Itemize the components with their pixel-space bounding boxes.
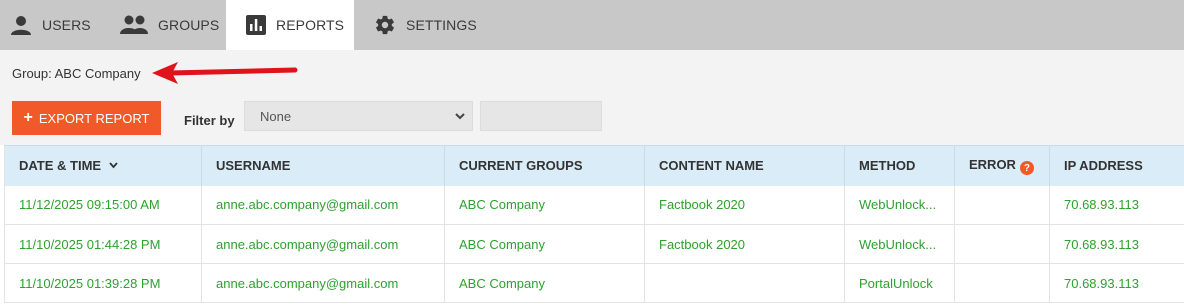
sort-down-icon <box>109 162 118 169</box>
export-report-button[interactable]: + EXPORT REPORT <box>12 101 161 135</box>
col-content-header[interactable]: CONTENT NAME <box>644 145 845 186</box>
cell-content[interactable]: Factbook 2020 <box>644 185 845 225</box>
tab-settings-label: SETTINGS <box>406 17 477 33</box>
user-icon <box>10 14 32 36</box>
cell-ip[interactable]: 70.68.93.113 <box>1049 263 1184 303</box>
cell-method[interactable]: WebUnlock... <box>844 185 955 225</box>
tab-groups-label: GROUPS <box>158 17 220 33</box>
cell-username[interactable]: anne.abc.company@gmail.com <box>201 224 445 264</box>
cell-groups[interactable]: ABC Company <box>444 185 645 225</box>
cell-ip[interactable]: 70.68.93.113 <box>1049 185 1184 225</box>
col-datetime-label: DATE & TIME <box>19 158 102 174</box>
cell-error <box>954 224 1050 264</box>
col-ip-header[interactable]: IP ADDRESS <box>1049 145 1184 186</box>
cell-content[interactable] <box>644 263 845 303</box>
tab-reports-label: REPORTS <box>276 17 345 33</box>
tab-bar: USERS GROUPS REPORTS SETTINGS <box>0 0 1184 50</box>
filter-select-value: None <box>260 108 292 124</box>
annotation-arrow-icon <box>148 60 300 91</box>
cell-datetime[interactable]: 11/10/2025 01:44:28 PM <box>4 224 202 264</box>
cell-groups[interactable]: ABC Company <box>444 263 645 303</box>
cell-datetime[interactable]: 11/10/2025 01:39:28 PM <box>4 263 202 303</box>
col-method-header[interactable]: METHOD <box>844 145 955 186</box>
filter-select[interactable]: None <box>244 101 473 131</box>
tab-groups[interactable]: GROUPS <box>110 0 226 50</box>
plus-icon: + <box>23 109 33 126</box>
group-label: Group: ABC Company <box>12 66 141 81</box>
export-report-label: EXPORT REPORT <box>38 110 150 126</box>
table-header-row: DATE & TIME USERNAME CURRENT GROUPS CONT… <box>4 145 1184 186</box>
col-username-header[interactable]: USERNAME <box>201 145 445 186</box>
report-toolbar: Group: ABC Company + EXPORT REPORT Filte… <box>0 50 1184 145</box>
tab-users-label: USERS <box>42 17 91 33</box>
cell-error <box>954 185 1050 225</box>
filter-by-label: Filter by <box>184 113 235 128</box>
col-groups-header[interactable]: CURRENT GROUPS <box>444 145 645 186</box>
gear-icon <box>374 14 396 36</box>
chevron-down-icon <box>454 110 466 125</box>
table-row[interactable]: 11/10/2025 01:44:28 PM anne.abc.company@… <box>4 224 1184 264</box>
col-datetime-header[interactable]: DATE & TIME <box>4 145 202 186</box>
cell-datetime[interactable]: 11/12/2025 09:15:00 AM <box>4 185 202 225</box>
groups-icon <box>120 15 148 35</box>
filter-value-input[interactable] <box>480 101 602 131</box>
table-row[interactable]: 11/12/2025 09:15:00 AM anne.abc.company@… <box>4 185 1184 225</box>
cell-username[interactable]: anne.abc.company@gmail.com <box>201 185 445 225</box>
cell-method[interactable]: PortalUnlock <box>844 263 955 303</box>
cell-groups[interactable]: ABC Company <box>444 224 645 264</box>
col-error-label: ERROR <box>969 156 1016 172</box>
bar-chart-icon <box>246 15 266 35</box>
table-row[interactable]: 11/10/2025 01:39:28 PM anne.abc.company@… <box>4 263 1184 303</box>
report-table: DATE & TIME USERNAME CURRENT GROUPS CONT… <box>4 145 1184 303</box>
tab-users[interactable]: USERS <box>0 0 100 50</box>
help-icon[interactable]: ? <box>1019 161 1034 175</box>
cell-content[interactable]: Factbook 2020 <box>644 224 845 264</box>
col-error-header[interactable]: ERROR? <box>954 145 1050 186</box>
cell-method[interactable]: WebUnlock... <box>844 224 955 264</box>
tab-reports[interactable]: REPORTS <box>226 0 354 50</box>
cell-username[interactable]: anne.abc.company@gmail.com <box>201 263 445 303</box>
cell-ip[interactable]: 70.68.93.113 <box>1049 224 1184 264</box>
tab-settings[interactable]: SETTINGS <box>354 0 494 50</box>
cell-error <box>954 263 1050 303</box>
